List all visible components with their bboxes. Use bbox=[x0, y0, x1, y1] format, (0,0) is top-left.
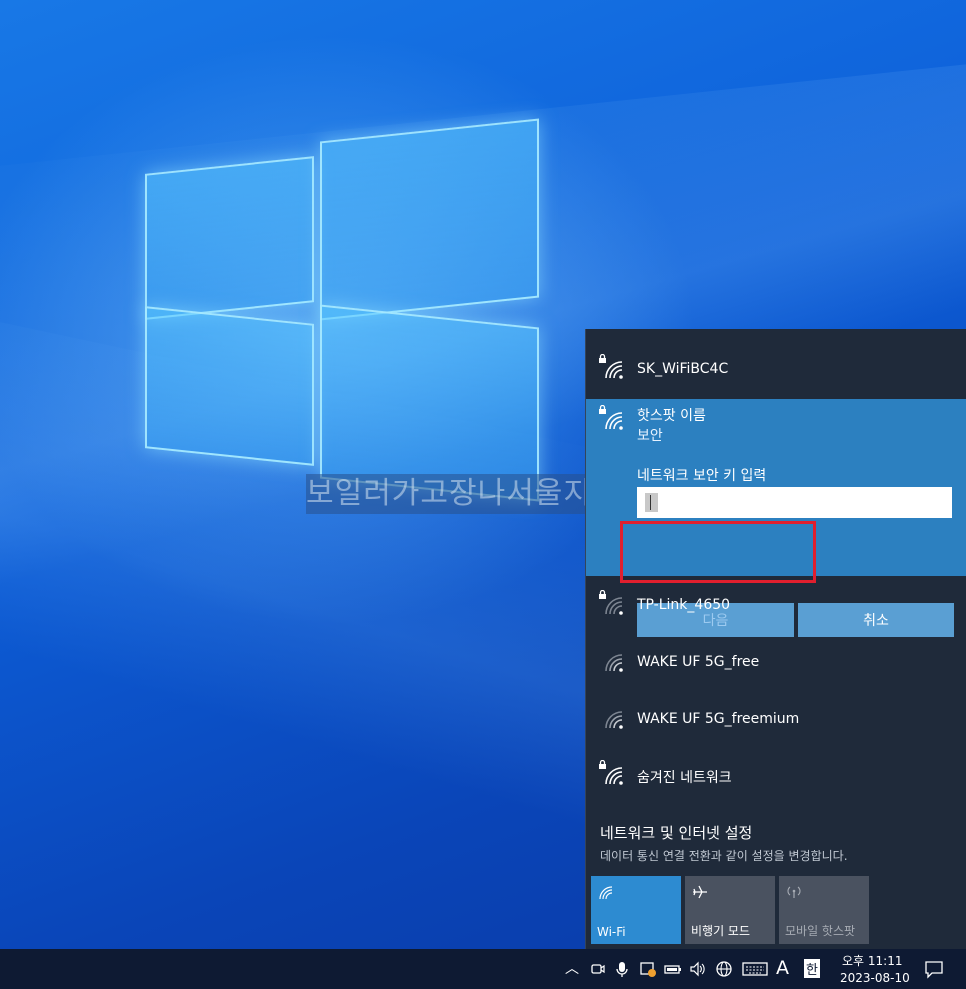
globe-icon[interactable] bbox=[715, 960, 733, 978]
network-name: SK_WiFiBC4C bbox=[637, 361, 729, 377]
network-item[interactable]: SK_WiFiBC4C bbox=[586, 335, 966, 392]
security-key-input[interactable] bbox=[637, 487, 952, 518]
network-name: TP-Link_4650 bbox=[637, 597, 731, 613]
input-mode-indicator[interactable]: A bbox=[776, 957, 789, 979]
text-caret bbox=[645, 493, 658, 512]
network-flyout: SK_WiFiBC4C 핫스팟 이름 보안 네트워크 보안 키 입력 다음 취소… bbox=[585, 329, 966, 949]
airplane-tile-label: 비행기 모드 bbox=[691, 924, 751, 938]
battery-icon[interactable] bbox=[664, 960, 682, 978]
hotspot-tile-label: 모바일 핫스팟 bbox=[785, 924, 856, 938]
mobile-hotspot-tile[interactable]: 모바일 핫스팟 bbox=[779, 876, 869, 944]
hotspot-icon bbox=[787, 886, 801, 898]
wifi-secured-icon bbox=[599, 405, 623, 430]
taskbar: ︿ A 한 오후 11:11 2023-08-10 bbox=[0, 949, 966, 989]
network-settings-description: 데이터 통신 연결 전환과 같이 설정을 변경합니다. bbox=[600, 849, 848, 863]
network-name: WAKE UF 5G_free bbox=[637, 654, 760, 670]
logo-pane bbox=[320, 118, 539, 321]
network-settings-link[interactable]: 네트워크 및 인터넷 설정 bbox=[600, 822, 752, 843]
volume-icon[interactable] bbox=[689, 960, 707, 978]
logo-pane bbox=[145, 156, 314, 320]
network-item[interactable]: WAKE UF 5G_free bbox=[586, 628, 966, 685]
network-name: 숨겨진 네트워크 bbox=[637, 770, 732, 786]
wifi-icon bbox=[599, 886, 613, 900]
wifi-tile-label: Wi-Fi bbox=[597, 925, 626, 939]
touch-keyboard-icon[interactable] bbox=[742, 960, 768, 978]
microphone-icon[interactable] bbox=[613, 960, 631, 978]
notification-icon[interactable] bbox=[924, 959, 944, 979]
wifi-toggle-tile[interactable]: Wi-Fi bbox=[591, 876, 681, 944]
wifi-secured-weak-icon bbox=[599, 590, 623, 615]
network-name: 핫스팟 이름 bbox=[637, 408, 706, 424]
network-name: WAKE UF 5G_freemium bbox=[637, 711, 800, 727]
windows-logo bbox=[145, 110, 540, 502]
chevron-up-icon[interactable]: ︿ bbox=[563, 960, 581, 978]
network-security-label: 보안 bbox=[637, 428, 663, 444]
annotation-highlight-box bbox=[620, 521, 816, 583]
wifi-weak-icon bbox=[605, 711, 623, 729]
clock-date[interactable]: 2023-08-10 bbox=[840, 971, 910, 985]
network-item[interactable]: 숨겨진 네트워크 bbox=[586, 741, 966, 798]
network-warning-icon[interactable] bbox=[639, 960, 657, 978]
network-item[interactable]: WAKE UF 5G_freemium bbox=[586, 685, 966, 742]
ime-indicator[interactable]: 한 bbox=[804, 959, 820, 978]
airplane-icon bbox=[693, 885, 707, 899]
logo-pane bbox=[145, 306, 314, 466]
airplane-mode-tile[interactable]: 비행기 모드 bbox=[685, 876, 775, 944]
logo-pane bbox=[320, 304, 539, 502]
wifi-secured-icon bbox=[599, 760, 623, 785]
clock-time[interactable]: 오후 11:11 bbox=[842, 952, 902, 969]
wifi-secured-icon bbox=[599, 354, 623, 379]
security-key-label: 네트워크 보안 키 입력 bbox=[637, 468, 767, 484]
wifi-weak-icon bbox=[605, 654, 623, 672]
meet-now-icon[interactable] bbox=[589, 960, 607, 978]
